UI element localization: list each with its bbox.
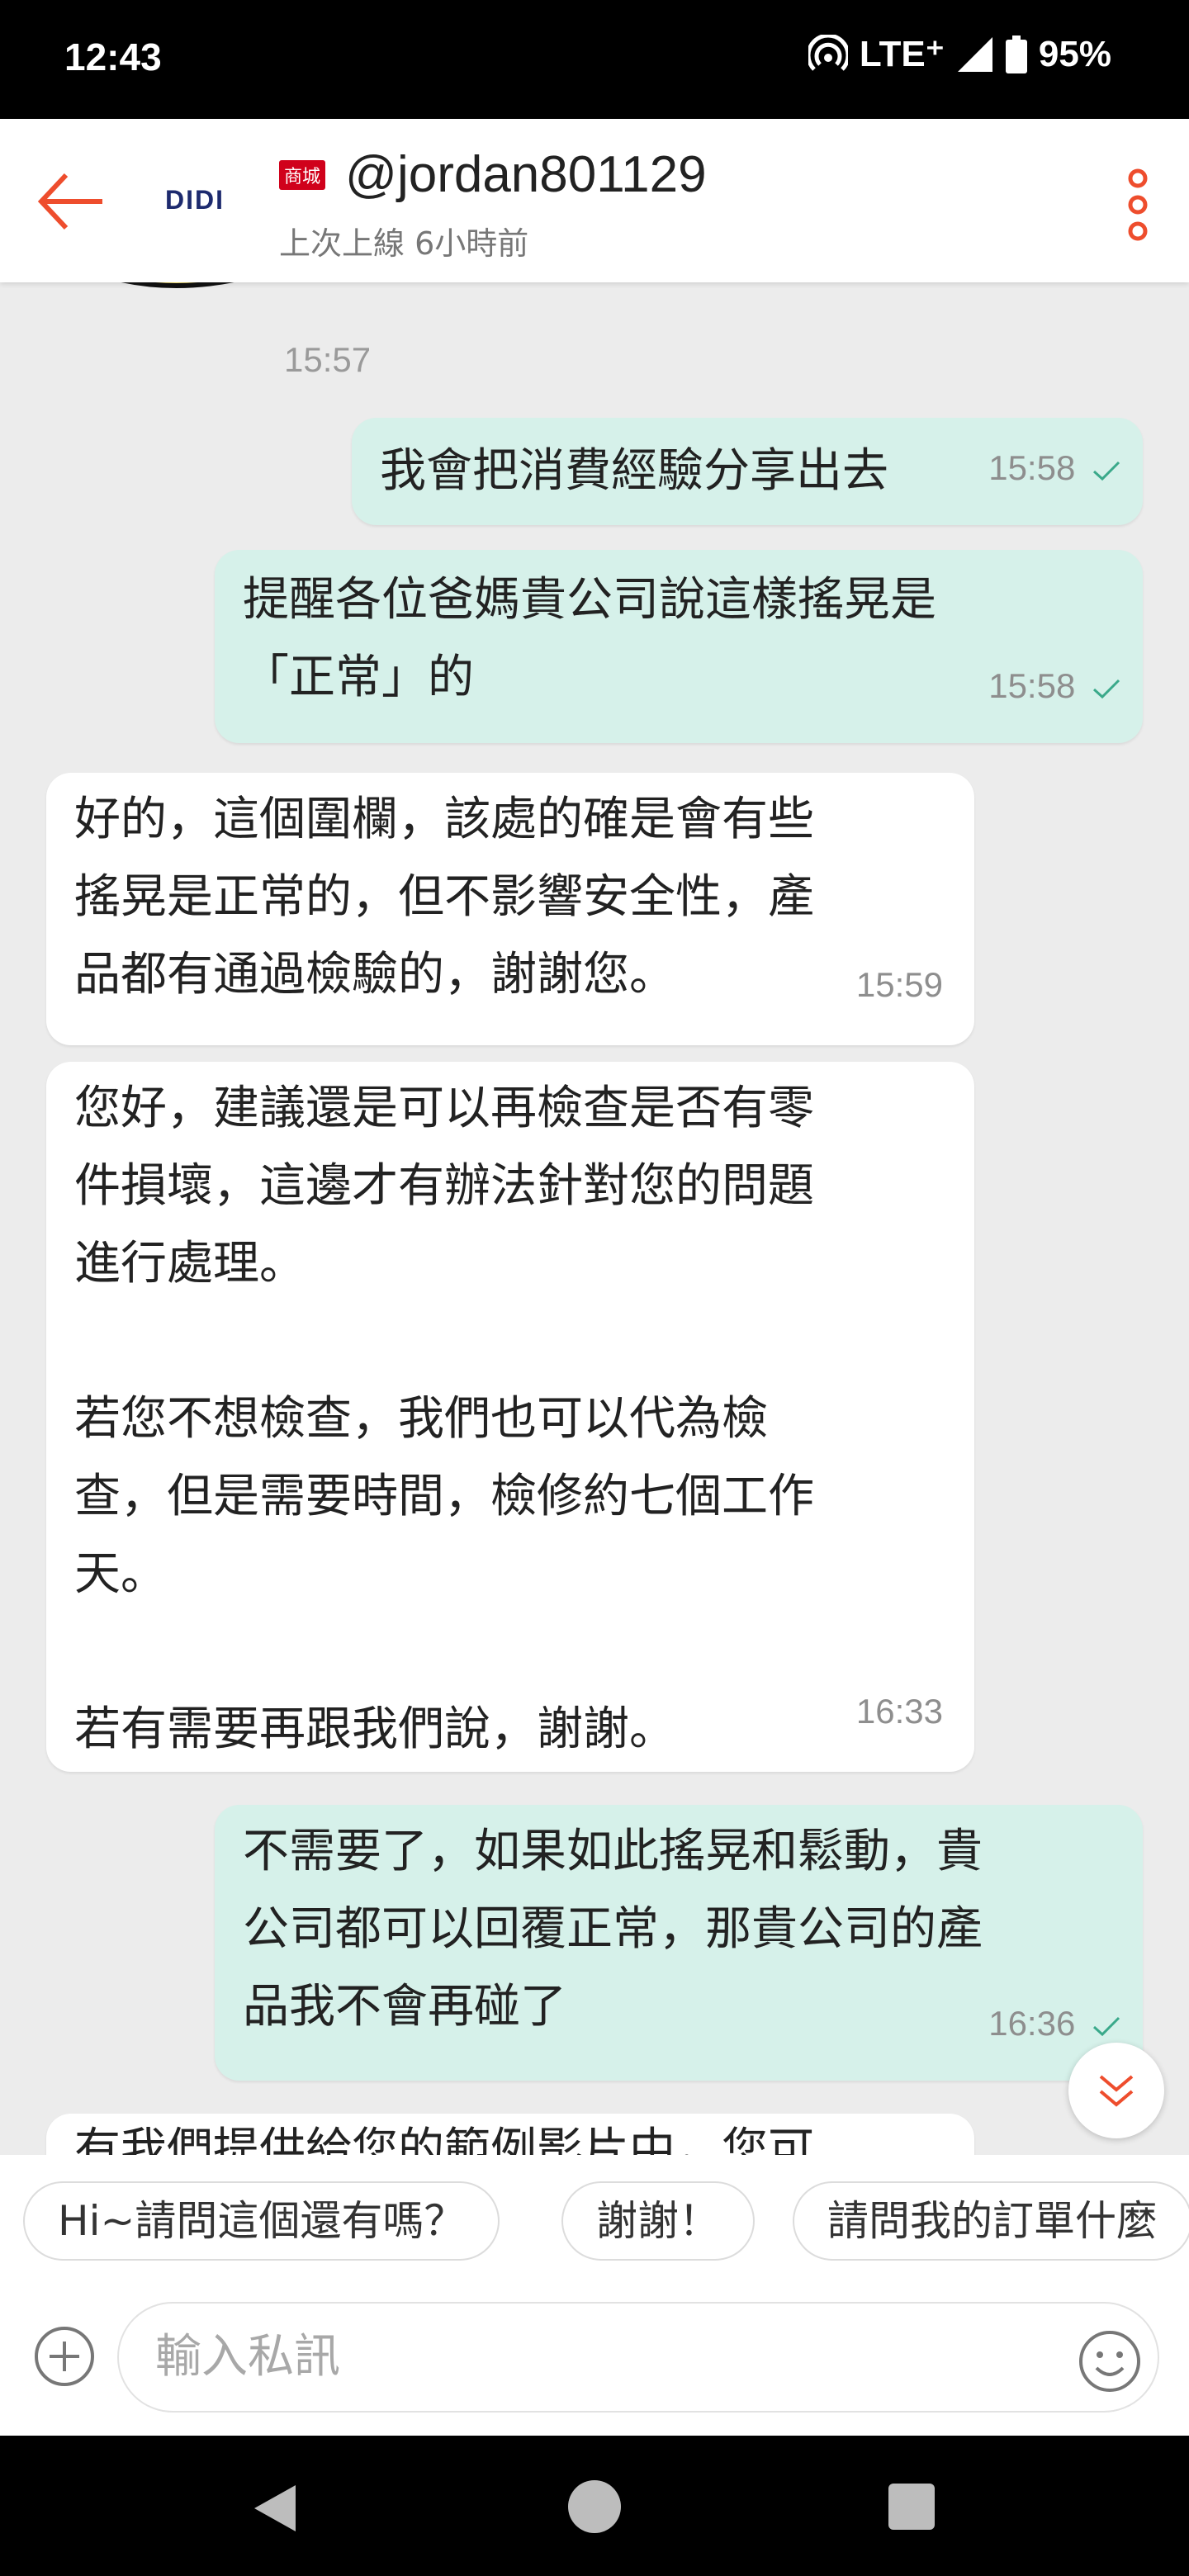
emoji-icon[interactable] <box>1077 2328 1143 2394</box>
back-arrow-icon[interactable] <box>36 170 106 233</box>
message-timestamp: 15:57 <box>284 340 372 379</box>
scroll-to-bottom-button[interactable] <box>1068 2043 1164 2138</box>
nav-recents-icon[interactable] <box>888 2484 935 2530</box>
status-icons: LTE⁺ 95% <box>808 33 1111 75</box>
message-time: 16:33 <box>855 1692 943 1731</box>
message-time-text: 16:36 <box>988 2004 1076 2043</box>
message-text: 好的，這個圍欄，該處的確是會有些 搖晃是正常的，但不影響安全性，產 品都有通過檢… <box>74 793 814 1002</box>
shop-logo[interactable]: DIDI <box>165 185 225 215</box>
message-time: 15:58 <box>988 647 1121 725</box>
read-check-icon <box>1092 2016 1120 2036</box>
chat-header: DIDI 商城 @jordan801129 上次上線 6小時前 <box>0 119 1189 282</box>
shop-name[interactable]: @jordan801129 <box>345 145 707 204</box>
status-bar: 12:43 LTE⁺ 95% <box>0 0 1189 119</box>
read-check-icon <box>1092 679 1120 698</box>
nav-back-icon[interactable] <box>251 2482 297 2535</box>
message-text: 不需要了，如果如此搖晃和鬆動，貴 公司都可以回覆正常，那貴公司的產 品我不會再碰… <box>243 1825 983 2034</box>
outgoing-message[interactable]: 提醒各位爸媽貴公司說這樣搖晃是 「正常」的 15:58 <box>215 550 1143 743</box>
incoming-message[interactable]: 好的，這個圍欄，該處的確是會有些 搖晃是正常的，但不影響安全性，產 品都有通過檢… <box>46 773 974 1045</box>
nav-home-icon[interactable] <box>568 2480 621 2533</box>
quick-replies-bar: Hi~請問這個還有嗎？ 謝謝！ 請問我的訂單什麼 <box>0 2155 1189 2277</box>
outgoing-message[interactable]: 我會把消費經驗分享出去 15:58 <box>352 418 1143 525</box>
plus-circle-icon[interactable] <box>33 2325 96 2388</box>
last-seen-status: 上次上線 6小時前 <box>279 225 529 262</box>
message-text: 我會把消費經驗分享出去 <box>380 444 888 498</box>
message-input[interactable]: 輸入私訊 <box>117 2302 1159 2413</box>
double-chevron-down-icon <box>1099 2075 1134 2107</box>
outgoing-message[interactable]: 不需要了，如果如此搖晃和鬆動，貴 公司都可以回覆正常，那貴公司的產 品我不會再碰… <box>215 1805 1143 2081</box>
network-type: LTE⁺ <box>859 34 945 74</box>
chat-messages-area[interactable]: 15:57 我會把消費經驗分享出去 15:58 提醒各位爸媽貴公司說這樣搖晃是 … <box>0 282 1189 2155</box>
more-vertical-icon[interactable] <box>1121 165 1154 244</box>
signal-icon <box>957 36 992 72</box>
incoming-message[interactable]: 您好，建議還是可以再檢查是否有零 件損壞，這邊才有辦法針對您的問題 進行處理。 … <box>46 1062 974 1772</box>
message-text: 提醒各位爸媽貴公司說這樣搖晃是 「正常」的 <box>243 573 936 704</box>
message-time: 15:58 <box>988 429 1121 507</box>
battery-level: 95% <box>1038 33 1111 74</box>
message-time: 15:59 <box>855 965 943 1004</box>
hotspot-icon <box>808 34 848 71</box>
message-text: 您好，建議還是可以再檢查是否有零 件損壞，這邊才有辦法針對您的問題 進行處理。 … <box>74 1082 814 1756</box>
quick-reply-chip[interactable]: 謝謝！ <box>561 2181 755 2261</box>
message-composer: 輸入私訊 <box>0 2277 1189 2436</box>
status-time: 12:43 <box>64 36 162 78</box>
message-time-text: 15:58 <box>988 448 1076 487</box>
message-time-text: 15:58 <box>988 666 1076 705</box>
read-check-icon <box>1092 461 1120 481</box>
message-text: 有我們提供給您的範例影片中，您可 <box>74 2124 814 2155</box>
sticker-image <box>121 282 234 288</box>
battery-icon <box>1005 35 1027 73</box>
mall-badge: 商城 <box>279 160 326 190</box>
system-navigation-bar <box>0 2436 1189 2576</box>
incoming-message[interactable]: 有我們提供給您的範例影片中，您可 <box>46 2114 974 2155</box>
quick-reply-chip[interactable]: 請問我的訂單什麼 <box>793 2181 1189 2261</box>
quick-reply-chip[interactable]: Hi~請問這個還有嗎？ <box>23 2181 500 2261</box>
